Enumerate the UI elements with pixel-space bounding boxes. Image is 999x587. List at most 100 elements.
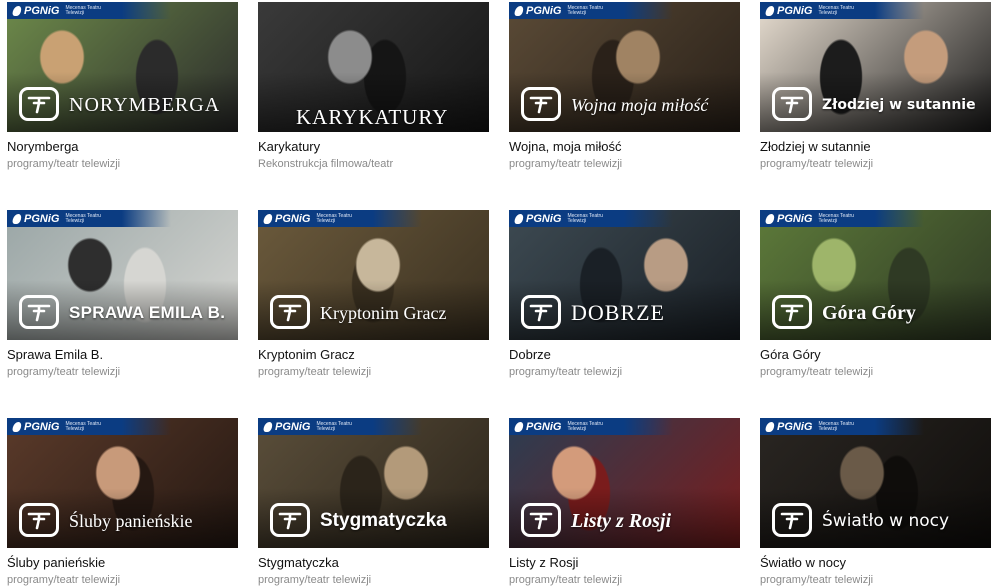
flame-icon	[513, 421, 525, 432]
pgnig-logo: PGNiG	[764, 421, 812, 433]
patron-text: Mecenas Teatru Telewizji	[567, 4, 603, 16]
program-card-sluby-panienskie[interactable]: PGNiG Mecenas Teatru Telewizji Śluby pan…	[7, 418, 238, 587]
program-thumbnail[interactable]: PGNiG Mecenas Teatru Telewizji Kryptonim…	[258, 210, 489, 340]
sponsor-banner: PGNiG Mecenas Teatru Telewizji	[760, 2, 924, 19]
pgnig-logo: PGNiG	[11, 421, 59, 433]
pgnig-logo: PGNiG	[11, 5, 59, 17]
program-thumbnail[interactable]: PGNiG Mecenas Teatru Telewizji Listy z R…	[509, 418, 740, 548]
teatr-tv-logo-icon	[19, 87, 59, 121]
teatr-tv-logo-icon	[270, 295, 310, 329]
program-thumbnail[interactable]: PGNiG Mecenas Teatru Telewizji DOBRZE	[509, 210, 740, 340]
sponsor-banner: PGNiG Mecenas Teatru Telewizji	[258, 418, 422, 435]
overlay-title: Wojna moja miłość	[571, 94, 709, 115]
overlay-title: DOBRZE	[571, 300, 665, 325]
overlay-title: KARYKATURY	[296, 104, 449, 129]
patron-text: Mecenas Teatru Telewizji	[65, 4, 101, 16]
program-title[interactable]: Stygmatyczka	[258, 554, 489, 571]
program-card-gora-gory[interactable]: PGNiG Mecenas Teatru Telewizji Góra Góry…	[760, 210, 991, 379]
program-card-listy-z-rosji[interactable]: PGNiG Mecenas Teatru Telewizji Listy z R…	[509, 418, 740, 587]
program-thumbnail[interactable]: PGNiG Mecenas Teatru Telewizji Stygmatyc…	[258, 418, 489, 548]
teatr-tv-logo-icon	[521, 295, 561, 329]
program-card-sprawa-emila-b[interactable]: PGNiG Mecenas Teatru Telewizji SPRAWA EM…	[7, 210, 238, 379]
program-category[interactable]: programy/teatr telewizji	[7, 157, 238, 171]
program-title[interactable]: Światło w nocy	[760, 554, 991, 571]
overlay-title: Śluby panieńskie	[69, 510, 193, 531]
program-title[interactable]: Kryptonim Gracz	[258, 346, 489, 363]
flame-icon	[764, 213, 776, 224]
teatr-tv-logo-icon	[19, 295, 59, 329]
program-title[interactable]: Góra Góry	[760, 346, 991, 363]
flame-icon	[11, 5, 23, 16]
pgnig-logo: PGNiG	[764, 5, 812, 17]
program-category[interactable]: programy/teatr telewizji	[760, 365, 991, 379]
program-card-zlodziej-w-sutannie[interactable]: PGNiG Mecenas Teatru Telewizji Złodziej …	[760, 2, 991, 171]
overlay-title: Kryptonim Gracz	[320, 302, 447, 323]
program-category[interactable]: Rekonstrukcja filmowa/teatr	[258, 157, 489, 171]
sponsor-banner: PGNiG Mecenas Teatru Telewizji	[509, 2, 673, 19]
teatr-tv-logo-icon	[19, 503, 59, 537]
program-title[interactable]: Śluby panieńskie	[7, 554, 238, 571]
program-card-norymberga[interactable]: PGNiG Mecenas Teatru Telewizji NORYMBERG…	[7, 2, 238, 171]
pgnig-logo: PGNiG	[513, 421, 561, 433]
program-card-dobrze[interactable]: PGNiG Mecenas Teatru Telewizji DOBRZE Do…	[509, 210, 740, 379]
program-card-wojna-moja-milosc[interactable]: PGNiG Mecenas Teatru Telewizji Wojna moj…	[509, 2, 740, 171]
program-title[interactable]: Listy z Rosji	[509, 554, 740, 571]
program-thumbnail[interactable]: PGNiG Mecenas Teatru Telewizji Góra Góry	[760, 210, 991, 340]
program-card-stygmatyczka[interactable]: PGNiG Mecenas Teatru Telewizji Stygmatyc…	[258, 418, 489, 587]
overlay-title: NORYMBERGA	[69, 93, 221, 116]
pgnig-logo: PGNiG	[262, 213, 310, 225]
program-category[interactable]: programy/teatr telewizji	[258, 365, 489, 379]
overlay-title: Góra Góry	[822, 301, 916, 324]
sponsor-banner: PGNiG Mecenas Teatru Telewizji	[7, 418, 171, 435]
pgnig-logo: PGNiG	[513, 213, 561, 225]
pgnig-logo: PGNiG	[11, 213, 59, 225]
program-category[interactable]: programy/teatr telewizji	[509, 157, 740, 171]
program-thumbnail[interactable]: KARYKATURY	[258, 2, 489, 132]
sponsor-banner: PGNiG Mecenas Teatru Telewizji	[509, 418, 673, 435]
program-thumbnail[interactable]: PGNiG Mecenas Teatru Telewizji NORYMBERG…	[7, 2, 238, 132]
patron-text: Mecenas Teatru Telewizji	[316, 420, 352, 432]
program-card-kryptonim-gracz[interactable]: PGNiG Mecenas Teatru Telewizji Kryptonim…	[258, 210, 489, 379]
program-thumbnail[interactable]: PGNiG Mecenas Teatru Telewizji Śluby pan…	[7, 418, 238, 548]
program-category[interactable]: programy/teatr telewizji	[509, 365, 740, 379]
pgnig-logo: PGNiG	[764, 213, 812, 225]
flame-icon	[513, 213, 525, 224]
program-thumbnail[interactable]: PGNiG Mecenas Teatru Telewizji SPRAWA EM…	[7, 210, 238, 340]
program-title[interactable]: Złodziej w sutannie	[760, 138, 991, 155]
patron-text: Mecenas Teatru Telewizji	[316, 212, 352, 224]
sponsor-banner: PGNiG Mecenas Teatru Telewizji	[7, 210, 171, 227]
program-title[interactable]: Dobrze	[509, 346, 740, 363]
patron-text: Mecenas Teatru Telewizji	[818, 212, 854, 224]
program-title[interactable]: Karykatury	[258, 138, 489, 155]
flame-icon	[262, 421, 274, 432]
program-thumbnail[interactable]: PGNiG Mecenas Teatru Telewizji Światło w…	[760, 418, 991, 548]
patron-text: Mecenas Teatru Telewizji	[567, 420, 603, 432]
program-title[interactable]: Wojna, moja miłość	[509, 138, 740, 155]
program-category[interactable]: programy/teatr telewizji	[760, 157, 991, 171]
pgnig-logo: PGNiG	[262, 421, 310, 433]
patron-text: Mecenas Teatru Telewizji	[65, 212, 101, 224]
patron-text: Mecenas Teatru Telewizji	[818, 4, 854, 16]
sponsor-banner: PGNiG Mecenas Teatru Telewizji	[7, 2, 171, 19]
sponsor-banner: PGNiG Mecenas Teatru Telewizji	[509, 210, 673, 227]
program-thumbnail[interactable]: PGNiG Mecenas Teatru Telewizji Wojna moj…	[509, 2, 740, 132]
program-title[interactable]: Norymberga	[7, 138, 238, 155]
flame-icon	[513, 5, 525, 16]
flame-icon	[11, 213, 23, 224]
overlay-title: SPRAWA EMILA B.	[69, 303, 226, 322]
patron-text: Mecenas Teatru Telewizji	[567, 212, 603, 224]
program-title[interactable]: Sprawa Emila B.	[7, 346, 238, 363]
overlay-title: Stygmatyczka	[320, 510, 447, 531]
teatr-tv-logo-icon	[270, 503, 310, 537]
overlay-title: Światło w nocy	[822, 511, 950, 531]
teatr-tv-logo-icon	[772, 295, 812, 329]
program-category[interactable]: programy/teatr telewizji	[7, 365, 238, 379]
program-card-karykatury[interactable]: KARYKATURY Karykatury Rekonstrukcja film…	[258, 2, 489, 171]
program-card-swiatlo-w-nocy[interactable]: PGNiG Mecenas Teatru Telewizji Światło w…	[760, 418, 991, 587]
sponsor-banner: PGNiG Mecenas Teatru Telewizji	[760, 210, 924, 227]
teatr-tv-logo-icon	[521, 503, 561, 537]
program-thumbnail[interactable]: PGNiG Mecenas Teatru Telewizji Złodziej …	[760, 2, 991, 132]
program-grid: PGNiG Mecenas Teatru Telewizji NORYMBERG…	[7, 2, 993, 587]
flame-icon	[764, 421, 776, 432]
flame-icon	[262, 213, 274, 224]
